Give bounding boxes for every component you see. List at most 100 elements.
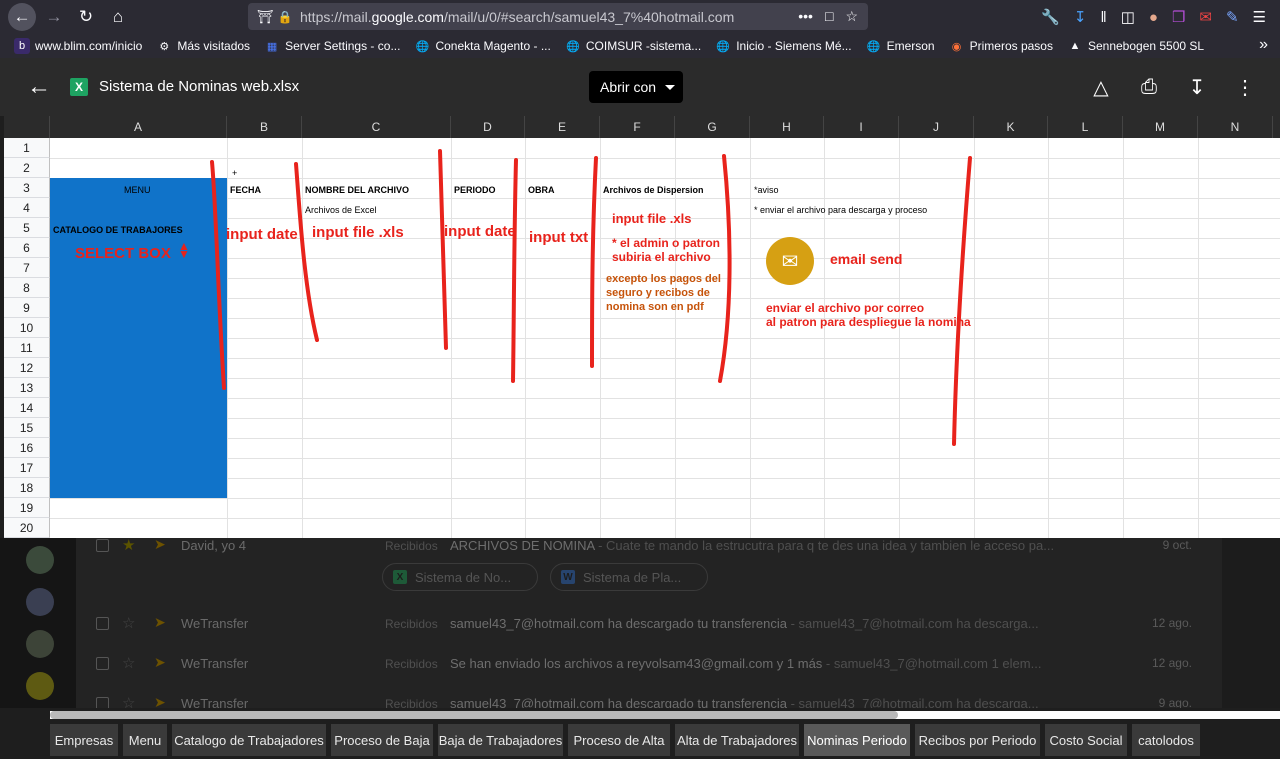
url-text[interactable]: https://mail.google.com/mail/u/0/#search…: [300, 9, 750, 25]
forward-arrow-icon[interactable]: →: [40, 3, 68, 31]
tab-catolodos[interactable]: catolodos: [1132, 724, 1200, 756]
app-v-icon[interactable]: [26, 672, 54, 700]
attachment-chip[interactable]: W Sistema de Pla...: [550, 563, 708, 591]
grid-line: [974, 138, 975, 538]
row-header: 4: [4, 198, 50, 218]
row-header: 1: [4, 138, 50, 158]
globe-icon: 🌐: [716, 40, 731, 53]
pen-icon[interactable]: ✎: [1226, 8, 1239, 26]
tab-proceso-de-baja[interactable]: Proceso de Baja: [331, 724, 433, 756]
row-checkbox[interactable]: [96, 539, 109, 552]
gmail-sidebar: [0, 538, 76, 722]
library-icon[interactable]: ‖: [1100, 9, 1106, 26]
bookmark-primeros-pasos[interactable]: ◉ Primeros pasos: [949, 38, 1053, 54]
gmail-icon[interactable]: ✉: [1199, 8, 1212, 26]
open-with-button[interactable]: Abrir con: [589, 71, 683, 103]
home-icon[interactable]: ⌂: [104, 3, 132, 31]
more-options-icon[interactable]: ⋮: [1232, 74, 1258, 100]
sidebar-icon[interactable]: ◫: [1121, 8, 1135, 26]
horizontal-scrollbar[interactable]: [0, 708, 1280, 722]
row-header: 19: [4, 498, 50, 518]
mail-row[interactable]: ★ ➤ David, yo 4 Recibidos ARCHIVOS DE NO…: [76, 538, 1222, 566]
column-header: A: [50, 116, 227, 138]
bookmarks-bar: b www.blim.com/inicio ⚙ Más visitados ▦ Ser…: [0, 34, 1280, 58]
tab-baja-de-trabajadores[interactable]: Baja de Trabajadores: [438, 724, 563, 756]
bookmarks-overflow-icon[interactable]: »: [1259, 36, 1268, 54]
bookmark-siemens[interactable]: 🌐 Inicio - Siemens Mé...: [715, 38, 851, 54]
mail-row[interactable]: ☆ ➤ WeTransfer Recibidos samuel43_7@hotm…: [76, 604, 1222, 644]
mail-date: 12 ago.: [1151, 656, 1192, 670]
grid-line: [824, 138, 825, 538]
bookmark-emerson[interactable]: 🌐 Emerson: [866, 38, 935, 54]
annotation-input-date-2: input date: [444, 223, 516, 240]
tab-catalogo-de-trabajadores[interactable]: Catalogo de Trabajadores: [172, 724, 326, 756]
important-icon[interactable]: ➤: [154, 538, 166, 553]
lock-icon[interactable]: 🔒: [276, 10, 294, 24]
scrollbar-thumb[interactable]: [50, 711, 898, 719]
hamburger-menu-icon[interactable]: ☰: [1253, 8, 1266, 26]
bookmark-star-icon[interactable]: ☆: [845, 8, 858, 25]
annotation-input-file-xls-2: input file .xls: [612, 211, 692, 226]
mail-subject: samuel43_7@hotmail.com ha descargado tu …: [450, 616, 1039, 631]
tab-nominas-periodo[interactable]: Nominas Periodo: [804, 724, 910, 756]
bookmark-sennebogen[interactable]: ▲ Sennebogen 5500 SL: [1067, 38, 1205, 54]
cell-obra: OBRA: [528, 185, 555, 195]
divider-stroke: [952, 156, 972, 446]
grid-line: [1048, 138, 1049, 538]
mail-row[interactable]: ☆ ➤ WeTransfer Recibidos Se han enviado …: [76, 644, 1222, 684]
close-viewer-back-icon[interactable]: ←: [26, 73, 52, 100]
star-icon[interactable]: ☆: [122, 654, 135, 672]
grid-line: [50, 338, 1280, 339]
column-headers: A B C D E F G H I J K L M N: [4, 116, 1280, 138]
tab-menu[interactable]: Menu: [123, 724, 167, 756]
reload-icon[interactable]: ↻: [72, 3, 100, 31]
grid-line: [50, 378, 1280, 379]
row-checkbox[interactable]: [96, 617, 109, 630]
grid-line: [50, 398, 1280, 399]
tab-costo-social[interactable]: Costo Social: [1045, 724, 1127, 756]
tracking-shield-icon[interactable]: ⛩: [254, 9, 276, 25]
pocket-icon[interactable]: □: [825, 8, 833, 25]
bookmark-blim[interactable]: b www.blim.com/inicio: [14, 38, 142, 54]
download-icon[interactable]: ↧: [1184, 74, 1210, 100]
divider-stroke: [511, 158, 518, 383]
meet-app-icon[interactable]: [26, 588, 54, 616]
grid-line: [50, 518, 1280, 519]
star-icon[interactable]: ☆: [122, 614, 135, 632]
tab-alta-de-trabajadores[interactable]: Alta de Trabajadores: [675, 724, 799, 756]
annotation-input-date-1: input date: [226, 226, 298, 243]
bookmark-coimsur[interactable]: 🌐 COIMSUR -sistema...: [565, 38, 701, 54]
download-icon[interactable]: ↧: [1074, 8, 1087, 26]
row-checkbox[interactable]: [96, 657, 109, 670]
grid-icon: ▦: [266, 40, 278, 53]
avatar[interactable]: [26, 546, 54, 574]
tab-empresas[interactable]: Empresas: [50, 724, 118, 756]
tab-recibos-por-periodo[interactable]: Recibos por Periodo: [915, 724, 1040, 756]
firefox-icon: ◉: [951, 40, 962, 53]
row-header: 12: [4, 358, 50, 378]
extension-icon[interactable]: ●: [1149, 9, 1158, 26]
important-icon[interactable]: ➤: [154, 654, 166, 671]
bookmark-server-settings[interactable]: ▦ Server Settings - co...: [264, 38, 401, 54]
add-to-drive-icon[interactable]: △: [1088, 74, 1114, 100]
mail-date: 12 ago.: [1151, 616, 1192, 630]
important-icon[interactable]: ➤: [154, 614, 166, 631]
bookmark-mas-visitados[interactable]: ⚙ Más visitados: [156, 38, 250, 54]
print-icon[interactable]: ⎙: [1136, 74, 1162, 100]
row-header: 8: [4, 278, 50, 298]
globe-icon: 🌐: [566, 40, 580, 53]
containers-icon[interactable]: ❒: [1172, 8, 1185, 26]
sheet-tabs-bar: Empresas Menu Catalogo de Trabajadores P…: [0, 722, 1280, 759]
star-icon[interactable]: ★: [122, 538, 135, 554]
tools-icon[interactable]: 🔧: [1041, 8, 1060, 26]
url-bar[interactable]: ⛩ 🔒 https://mail.google.com/mail/u/0/#se…: [248, 3, 868, 30]
page-actions-icon[interactable]: •••: [798, 8, 813, 25]
attachment-chip[interactable]: X Sistema de No...: [382, 563, 538, 591]
hangouts-app-icon[interactable]: [26, 630, 54, 658]
tab-proceso-de-alta[interactable]: Proceso de Alta: [568, 724, 670, 756]
column-header: K: [974, 116, 1048, 138]
back-arrow-icon[interactable]: ←: [8, 3, 36, 31]
bookmark-conekta[interactable]: 🌐 Conekta Magento - ...: [414, 38, 551, 54]
column-header: J: [899, 116, 974, 138]
column-header: L: [1048, 116, 1123, 138]
